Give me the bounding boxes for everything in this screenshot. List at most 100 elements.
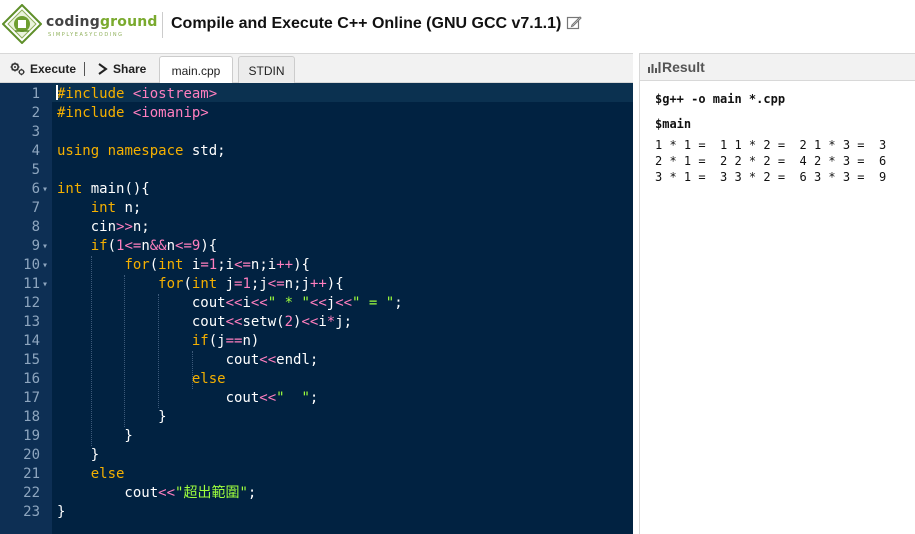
output-line: 2 * 1 = 2 2 * 2 = 4 2 * 3 = 6 xyxy=(655,154,887,168)
code-text: else xyxy=(191,371,226,387)
page-title: Compile and Execute C++ Online (GNU GCC … xyxy=(171,15,562,32)
code-line: 8 cin>>n; xyxy=(0,218,633,237)
code-text: cout<<" "; xyxy=(57,390,319,406)
code-text: using namespace std; xyxy=(57,143,226,159)
execute-label: Execute xyxy=(30,62,77,76)
toolbar-separator xyxy=(84,62,85,76)
editor-toolbar: Execute Share main.cpp STDIN xyxy=(0,53,633,84)
compile-command: $g++ -o main *.cpp xyxy=(655,92,786,106)
line-number: 19 xyxy=(23,428,40,444)
code-line: 2 #include <iomanip> xyxy=(0,104,633,123)
code-line: 22 cout<<"超出範圍"; xyxy=(0,484,633,503)
code-text: } xyxy=(57,409,167,425)
line-number: 2 xyxy=(31,105,40,121)
line-number: 6 xyxy=(31,181,40,197)
line-number: 4 xyxy=(31,143,40,159)
code-line: 11 ▾ for(int j=1;j<=n;j++){ xyxy=(0,275,633,294)
code-text: if(1<=n&&n<=9){ xyxy=(90,238,218,254)
line-number: 20 xyxy=(23,447,40,463)
line-number: 3 xyxy=(31,124,40,140)
output-line: 1 * 1 = 1 1 * 2 = 2 1 * 3 = 3 xyxy=(655,138,887,152)
code-line: 23} xyxy=(0,503,633,522)
code-text: #include <iostream> xyxy=(57,86,218,102)
code-line: 4 using namespace std; xyxy=(0,142,633,161)
line-number: 11 xyxy=(23,276,40,292)
code-text: cout<<endl; xyxy=(57,352,319,368)
fold-toggle-icon[interactable]: ▾ xyxy=(42,256,48,275)
indent-guide xyxy=(90,256,92,446)
line-number: 15 xyxy=(23,352,40,368)
fold-toggle-icon[interactable]: ▾ xyxy=(42,275,48,294)
codingground-logo-icon xyxy=(2,4,42,44)
code-text: int n; xyxy=(90,200,142,216)
line-number: 23 xyxy=(23,504,40,520)
gears-icon xyxy=(10,62,25,76)
result-panel: Result $g++ -o main *.cpp $main 1 * 1 = … xyxy=(639,53,915,534)
header: codingground SIMPLYEASYCODING Compile an… xyxy=(0,0,915,52)
code-line: 12 cout<<i<<" * "<<j<<" = "; xyxy=(0,294,633,313)
code-editor[interactable]: 1 #include <iostream> 2 #include <iomanip> 3… xyxy=(0,83,633,534)
line-number: 1 xyxy=(31,86,40,102)
code-line: 7 int n; xyxy=(0,199,633,218)
line-number: 8 xyxy=(31,219,40,235)
logo-wordmark-1: coding xyxy=(46,14,100,30)
line-number: 17 xyxy=(23,390,40,406)
code-line: 21 else xyxy=(0,465,633,484)
code-text: } xyxy=(57,504,66,520)
execute-button[interactable]: Execute xyxy=(10,61,76,77)
code-line: 16 else xyxy=(0,370,633,389)
indent-guide xyxy=(124,275,126,427)
fold-toggle-icon[interactable]: ▾ xyxy=(42,180,48,199)
code-line: 15 cout<<endl; xyxy=(0,351,633,370)
code-text: cout<<"超出範圍"; xyxy=(57,485,257,501)
line-number: 7 xyxy=(31,200,40,216)
logo-tagline: SIMPLYEASYCODING xyxy=(48,32,124,38)
logo-wordmark: codingground xyxy=(46,14,158,30)
code-line: 14 if(j==n) xyxy=(0,332,633,351)
line-number: 22 xyxy=(23,485,40,501)
tab-stdin[interactable]: STDIN xyxy=(238,56,295,84)
code-text: int main(){ xyxy=(57,181,150,197)
line-number: 10 xyxy=(23,257,40,273)
tab-stdin-label: STDIN xyxy=(248,63,285,78)
codingground-logo[interactable]: codingground SIMPLYEASYCODING xyxy=(2,2,162,48)
line-number: 16 xyxy=(23,371,40,387)
code-text: for(int j=1;j<=n;j++){ xyxy=(158,276,344,292)
code-line: 13 cout<<setw(2)<<i*j; xyxy=(0,313,633,332)
chevron-right-icon xyxy=(98,63,108,75)
code-line: 20 } xyxy=(0,446,633,465)
tab-main-cpp[interactable]: main.cpp xyxy=(159,56,233,84)
code-text: } xyxy=(57,447,100,463)
code-text: cin>>n; xyxy=(57,219,150,235)
line-number: 9 xyxy=(31,238,40,254)
line-number: 5 xyxy=(31,162,40,178)
code-line: 6 ▾ int main(){ xyxy=(0,180,633,199)
code-line: 10 ▾ for(int i=1;i<=n;i++){ xyxy=(0,256,633,275)
indent-guide xyxy=(158,294,160,408)
line-number: 14 xyxy=(23,333,40,349)
line-number: 18 xyxy=(23,409,40,425)
run-command: $main xyxy=(655,117,692,131)
header-divider xyxy=(162,12,163,38)
code-text: } xyxy=(57,428,133,444)
code-text: for(int i=1;i<=n;i++){ xyxy=(124,257,310,273)
line-number: 12 xyxy=(23,295,40,311)
text-caret xyxy=(56,85,58,100)
code-text: else xyxy=(90,466,125,482)
fold-toggle-icon[interactable]: ▾ xyxy=(42,237,48,256)
edit-icon[interactable] xyxy=(566,15,582,31)
indent-guide xyxy=(191,351,193,389)
bar-chart-icon xyxy=(648,62,661,73)
share-button[interactable]: Share xyxy=(97,61,146,77)
logo-wordmark-2: ground xyxy=(99,14,158,30)
code-text: cout<<setw(2)<<i*j; xyxy=(57,314,353,330)
tab-main-cpp-label: main.cpp xyxy=(171,63,221,78)
output-line: 3 * 1 = 3 3 * 2 = 6 3 * 3 = 9 xyxy=(655,170,887,184)
code-line: 3 xyxy=(0,123,633,142)
line-number: 13 xyxy=(23,314,40,330)
code-line: 18 } xyxy=(0,408,633,427)
code-text: cout<<i<<" * "<<j<<" = "; xyxy=(57,295,403,311)
line-number: 21 xyxy=(23,466,40,482)
code-line: 19 } xyxy=(0,427,633,446)
code-line: 17 cout<<" "; xyxy=(0,389,633,408)
